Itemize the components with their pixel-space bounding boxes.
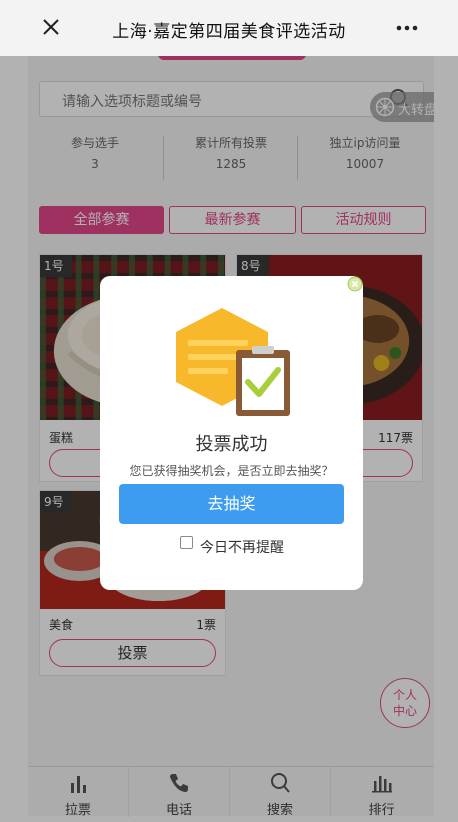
top-nav-bar: 上海·嘉定第四届美食评选活动 [0,0,458,56]
close-icon[interactable] [347,276,363,292]
dialog-message: 您已获得抽奖机会，是否立即去抽奖？ [129,464,334,478]
draw-lottery-button[interactable]: 去抽奖 [119,484,344,524]
vote-success-dialog: 投票成功 您已获得抽奖机会，是否立即去抽奖？ 去抽奖 今日不再提醒 [100,276,363,590]
page-title: 上海·嘉定第四届美食评选活动 [112,22,346,42]
checkbox-label: 今日不再提醒 [200,540,284,556]
success-clipboard-icon [176,308,290,416]
dialog-title: 投票成功 [195,434,268,455]
more-dots-icon[interactable] [392,15,422,41]
checkbox-box[interactable] [180,536,193,549]
